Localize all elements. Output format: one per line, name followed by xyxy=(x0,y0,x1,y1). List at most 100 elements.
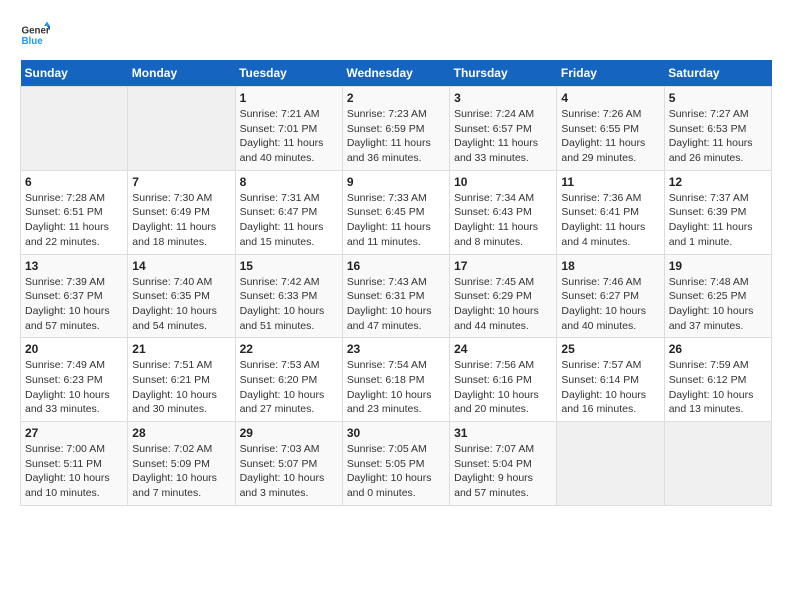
day-info: Sunrise: 7:34 AMSunset: 6:43 PMDaylight:… xyxy=(454,191,552,250)
calendar-day-cell: 16 Sunrise: 7:43 AMSunset: 6:31 PMDayligh… xyxy=(342,254,449,338)
logo-icon: General Blue xyxy=(20,20,50,50)
weekday-header: Thursday xyxy=(450,60,557,87)
day-info: Sunrise: 7:57 AMSunset: 6:14 PMDaylight:… xyxy=(561,358,659,417)
calendar-day-cell: 21 Sunrise: 7:51 AMSunset: 6:21 PMDayligh… xyxy=(128,338,235,422)
day-number: 28 xyxy=(132,426,230,440)
day-number: 14 xyxy=(132,259,230,273)
day-info: Sunrise: 7:26 AMSunset: 6:55 PMDaylight:… xyxy=(561,107,659,166)
day-number: 1 xyxy=(240,91,338,105)
day-number: 13 xyxy=(25,259,123,273)
day-number: 18 xyxy=(561,259,659,273)
calendar-day-cell: 1 Sunrise: 7:21 AMSunset: 7:01 PMDaylight… xyxy=(235,87,342,171)
day-number: 11 xyxy=(561,175,659,189)
calendar-week-row: 20 Sunrise: 7:49 AMSunset: 6:23 PMDayligh… xyxy=(21,338,772,422)
calendar-day-cell: 26 Sunrise: 7:59 AMSunset: 6:12 PMDayligh… xyxy=(664,338,771,422)
calendar-day-cell: 19 Sunrise: 7:48 AMSunset: 6:25 PMDayligh… xyxy=(664,254,771,338)
day-number: 12 xyxy=(669,175,767,189)
day-info: Sunrise: 7:42 AMSunset: 6:33 PMDaylight:… xyxy=(240,275,338,334)
calendar-day-cell: 23Sunrise: 7:54 AMSunset: 6:18 PMDayligh… xyxy=(342,338,449,422)
day-info: Sunrise: 7:59 AMSunset: 6:12 PMDaylight:… xyxy=(669,358,767,417)
day-info: Sunrise: 7:45 AMSunset: 6:29 PMDaylight:… xyxy=(454,275,552,334)
calendar-day-cell: 10 Sunrise: 7:34 AMSunset: 6:43 PMDayligh… xyxy=(450,170,557,254)
day-number: 9 xyxy=(347,175,445,189)
day-info: Sunrise: 7:30 AMSunset: 6:49 PMDaylight:… xyxy=(132,191,230,250)
weekday-header: Sunday xyxy=(21,60,128,87)
calendar-week-row: 13 Sunrise: 7:39 AMSunset: 6:37 PMDayligh… xyxy=(21,254,772,338)
weekday-header: Wednesday xyxy=(342,60,449,87)
day-number: 22 xyxy=(240,342,338,356)
day-number: 20 xyxy=(25,342,123,356)
day-info: Sunrise: 7:56 AMSunset: 6:16 PMDaylight:… xyxy=(454,358,552,417)
calendar-day-cell xyxy=(21,87,128,171)
day-number: 10 xyxy=(454,175,552,189)
calendar-week-row: 6Sunrise: 7:28 AMSunset: 6:51 PMDaylight… xyxy=(21,170,772,254)
svg-text:Blue: Blue xyxy=(22,36,44,47)
calendar-day-cell: 24 Sunrise: 7:56 AMSunset: 6:16 PMDayligh… xyxy=(450,338,557,422)
svg-text:General: General xyxy=(22,26,51,37)
day-number: 26 xyxy=(669,342,767,356)
day-info: Sunrise: 7:27 AMSunset: 6:53 PMDaylight:… xyxy=(669,107,767,166)
weekday-header-row: SundayMondayTuesdayWednesdayThursdayFrid… xyxy=(21,60,772,87)
calendar-day-cell xyxy=(557,422,664,506)
day-info: Sunrise: 7:37 AMSunset: 6:39 PMDaylight:… xyxy=(669,191,767,250)
calendar-day-cell: 18 Sunrise: 7:46 AMSunset: 6:27 PMDayligh… xyxy=(557,254,664,338)
calendar-day-cell: 20 Sunrise: 7:49 AMSunset: 6:23 PMDayligh… xyxy=(21,338,128,422)
calendar-day-cell: 12 Sunrise: 7:37 AMSunset: 6:39 PMDayligh… xyxy=(664,170,771,254)
calendar-day-cell: 2Sunrise: 7:23 AMSunset: 6:59 PMDaylight… xyxy=(342,87,449,171)
day-number: 6 xyxy=(25,175,123,189)
day-number: 4 xyxy=(561,91,659,105)
day-number: 3 xyxy=(454,91,552,105)
day-info: Sunrise: 7:53 AMSunset: 6:20 PMDaylight:… xyxy=(240,358,338,417)
calendar-day-cell xyxy=(664,422,771,506)
day-number: 25 xyxy=(561,342,659,356)
day-number: 8 xyxy=(240,175,338,189)
calendar-day-cell: 28 Sunrise: 7:02 AMSunset: 5:09 PMDayligh… xyxy=(128,422,235,506)
day-info: Sunrise: 7:03 AMSunset: 5:07 PMDaylight:… xyxy=(240,442,338,501)
day-info: Sunrise: 7:02 AMSunset: 5:09 PMDaylight:… xyxy=(132,442,230,501)
calendar-day-cell: 31 Sunrise: 7:07 AMSunset: 5:04 PMDayligh… xyxy=(450,422,557,506)
day-number: 19 xyxy=(669,259,767,273)
calendar-day-cell: 7Sunrise: 7:30 AMSunset: 6:49 PMDaylight… xyxy=(128,170,235,254)
weekday-header: Friday xyxy=(557,60,664,87)
day-number: 15 xyxy=(240,259,338,273)
day-info: Sunrise: 7:51 AMSunset: 6:21 PMDaylight:… xyxy=(132,358,230,417)
weekday-header: Tuesday xyxy=(235,60,342,87)
day-number: 17 xyxy=(454,259,552,273)
calendar-day-cell: 3 Sunrise: 7:24 AMSunset: 6:57 PMDaylight… xyxy=(450,87,557,171)
calendar-day-cell: 13 Sunrise: 7:39 AMSunset: 6:37 PMDayligh… xyxy=(21,254,128,338)
day-number: 16 xyxy=(347,259,445,273)
calendar-day-cell: 17 Sunrise: 7:45 AMSunset: 6:29 PMDayligh… xyxy=(450,254,557,338)
day-info: Sunrise: 7:43 AMSunset: 6:31 PMDaylight:… xyxy=(347,275,445,334)
day-info: Sunrise: 7:49 AMSunset: 6:23 PMDaylight:… xyxy=(25,358,123,417)
calendar-day-cell: 27 Sunrise: 7:00 AMSunset: 5:11 PMDayligh… xyxy=(21,422,128,506)
day-info: Sunrise: 7:05 AMSunset: 5:05 PMDaylight:… xyxy=(347,442,445,501)
day-number: 27 xyxy=(25,426,123,440)
day-info: Sunrise: 7:39 AMSunset: 6:37 PMDaylight:… xyxy=(25,275,123,334)
day-number: 31 xyxy=(454,426,552,440)
day-info: Sunrise: 7:54 AMSunset: 6:18 PMDaylight:… xyxy=(347,358,445,417)
day-number: 29 xyxy=(240,426,338,440)
day-info: Sunrise: 7:21 AMSunset: 7:01 PMDaylight:… xyxy=(240,107,338,166)
calendar-week-row: 1 Sunrise: 7:21 AMSunset: 7:01 PMDaylight… xyxy=(21,87,772,171)
day-info: Sunrise: 7:48 AMSunset: 6:25 PMDaylight:… xyxy=(669,275,767,334)
day-number: 24 xyxy=(454,342,552,356)
weekday-header: Monday xyxy=(128,60,235,87)
day-info: Sunrise: 7:31 AMSunset: 6:47 PMDaylight:… xyxy=(240,191,338,250)
calendar-day-cell: 8 Sunrise: 7:31 AMSunset: 6:47 PMDaylight… xyxy=(235,170,342,254)
day-info: Sunrise: 7:46 AMSunset: 6:27 PMDaylight:… xyxy=(561,275,659,334)
calendar-day-cell: 9Sunrise: 7:33 AMSunset: 6:45 PMDaylight… xyxy=(342,170,449,254)
day-info: Sunrise: 7:24 AMSunset: 6:57 PMDaylight:… xyxy=(454,107,552,166)
calendar-day-cell: 11Sunrise: 7:36 AMSunset: 6:41 PMDayligh… xyxy=(557,170,664,254)
day-number: 21 xyxy=(132,342,230,356)
calendar-day-cell: 25 Sunrise: 7:57 AMSunset: 6:14 PMDayligh… xyxy=(557,338,664,422)
page-header: General Blue xyxy=(20,20,772,50)
day-number: 30 xyxy=(347,426,445,440)
calendar-day-cell: 5Sunrise: 7:27 AMSunset: 6:53 PMDaylight… xyxy=(664,87,771,171)
day-info: Sunrise: 7:00 AMSunset: 5:11 PMDaylight:… xyxy=(25,442,123,501)
weekday-header: Saturday xyxy=(664,60,771,87)
calendar-day-cell: 6Sunrise: 7:28 AMSunset: 6:51 PMDaylight… xyxy=(21,170,128,254)
day-info: Sunrise: 7:40 AMSunset: 6:35 PMDaylight:… xyxy=(132,275,230,334)
calendar-day-cell: 15 Sunrise: 7:42 AMSunset: 6:33 PMDayligh… xyxy=(235,254,342,338)
calendar-week-row: 27 Sunrise: 7:00 AMSunset: 5:11 PMDayligh… xyxy=(21,422,772,506)
day-info: Sunrise: 7:07 AMSunset: 5:04 PMDaylight:… xyxy=(454,442,552,501)
